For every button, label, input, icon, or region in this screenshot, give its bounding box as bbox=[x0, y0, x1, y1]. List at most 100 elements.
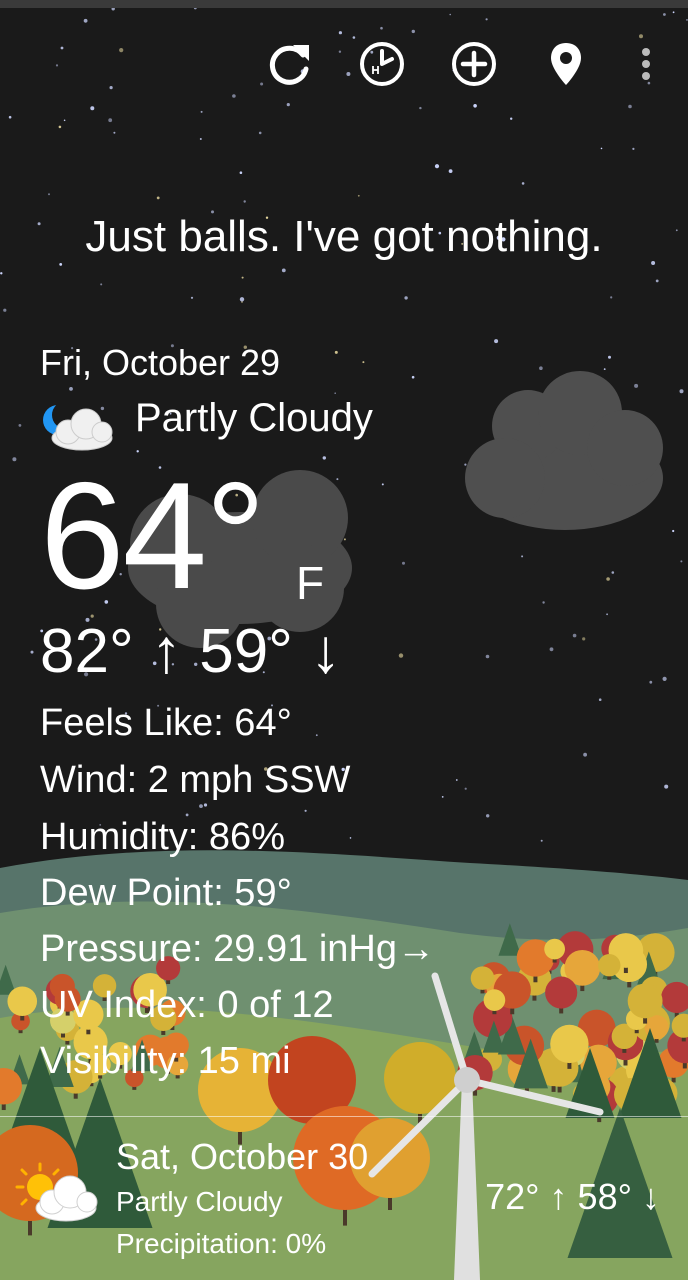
star bbox=[83, 18, 88, 23]
star bbox=[90, 106, 95, 111]
star bbox=[485, 654, 490, 659]
add-location-button[interactable] bbox=[446, 36, 502, 92]
star bbox=[649, 680, 653, 684]
clock-history-icon bbox=[360, 42, 404, 86]
wind: Wind: 2 mph SSW bbox=[40, 759, 351, 801]
star bbox=[18, 424, 22, 427]
star bbox=[69, 387, 73, 391]
star bbox=[100, 283, 103, 286]
star bbox=[48, 193, 50, 196]
location-button[interactable] bbox=[538, 36, 594, 92]
star bbox=[539, 366, 543, 371]
star bbox=[281, 268, 286, 273]
star bbox=[549, 647, 554, 652]
star bbox=[0, 272, 3, 275]
star bbox=[494, 339, 499, 344]
star bbox=[680, 560, 683, 563]
weather-joke: Just balls. I've got nothing. bbox=[85, 212, 603, 261]
pressure: Pressure: 29.91 inHg→ bbox=[40, 928, 435, 970]
status-bar bbox=[0, 0, 688, 8]
humidity: Humidity: 86% bbox=[40, 816, 285, 858]
star bbox=[59, 263, 63, 266]
star bbox=[258, 131, 262, 135]
current-condition: Partly Cloudy bbox=[135, 396, 373, 440]
star bbox=[380, 26, 383, 30]
star bbox=[362, 361, 365, 364]
star bbox=[58, 125, 62, 129]
more-options-button[interactable] bbox=[618, 36, 674, 92]
refresh-button[interactable] bbox=[262, 36, 318, 92]
star bbox=[485, 18, 488, 21]
today-high-low: 82° ↑ 59° ↓ bbox=[40, 617, 342, 686]
star bbox=[239, 171, 243, 174]
star bbox=[334, 350, 338, 354]
star bbox=[411, 375, 415, 379]
tree bbox=[550, 1024, 589, 1064]
star bbox=[672, 11, 675, 14]
partly-cloudy-night-icon bbox=[43, 401, 113, 451]
refresh-icon bbox=[269, 45, 309, 85]
star bbox=[672, 529, 675, 533]
uv-index: UV Index: 0 of 12 bbox=[40, 984, 334, 1026]
star bbox=[243, 200, 246, 203]
star bbox=[241, 276, 244, 279]
star bbox=[679, 389, 684, 394]
star bbox=[357, 194, 360, 197]
current-temperature: 64° bbox=[40, 451, 266, 621]
history-button[interactable] bbox=[354, 36, 410, 92]
star bbox=[542, 601, 545, 604]
star bbox=[662, 676, 667, 682]
star bbox=[190, 296, 194, 299]
star bbox=[449, 13, 452, 16]
star bbox=[664, 784, 669, 789]
star bbox=[603, 368, 606, 370]
star bbox=[402, 561, 405, 565]
star bbox=[404, 296, 408, 300]
star bbox=[632, 147, 635, 150]
star bbox=[200, 110, 203, 113]
current-date: Fri, October 29 bbox=[40, 342, 281, 383]
star bbox=[521, 555, 524, 558]
visibility: Visibility: 15 mi bbox=[40, 1040, 291, 1082]
dew-point: Dew Point: 59° bbox=[40, 872, 292, 914]
star bbox=[583, 752, 587, 757]
star bbox=[510, 117, 513, 120]
tree bbox=[483, 989, 506, 1011]
star bbox=[540, 839, 543, 842]
forecast-condition: Partly Cloudy bbox=[116, 1186, 283, 1217]
star bbox=[486, 814, 490, 818]
star bbox=[582, 637, 586, 641]
star bbox=[455, 779, 458, 781]
tree bbox=[545, 976, 578, 1009]
star bbox=[336, 478, 339, 481]
partly-sunny-icon bbox=[15, 1162, 98, 1222]
tree bbox=[7, 986, 38, 1017]
star bbox=[8, 115, 12, 119]
tree bbox=[544, 938, 566, 960]
star bbox=[419, 106, 422, 110]
star bbox=[606, 577, 610, 581]
star bbox=[434, 164, 440, 169]
temperature-unit[interactable]: F bbox=[296, 556, 324, 610]
star bbox=[55, 64, 59, 67]
star bbox=[521, 182, 525, 185]
star bbox=[572, 633, 577, 638]
tree bbox=[470, 966, 495, 990]
star bbox=[346, 72, 351, 76]
star bbox=[464, 787, 467, 790]
star bbox=[232, 94, 236, 98]
star bbox=[322, 456, 326, 460]
star bbox=[464, 463, 467, 466]
star bbox=[109, 86, 113, 90]
location-pin-icon bbox=[551, 43, 581, 85]
star bbox=[203, 803, 208, 807]
star bbox=[108, 118, 113, 123]
star bbox=[398, 653, 404, 658]
star bbox=[628, 104, 632, 109]
star bbox=[3, 308, 7, 312]
star bbox=[611, 571, 615, 574]
add-circle-icon bbox=[452, 42, 496, 86]
star bbox=[30, 650, 34, 654]
star bbox=[119, 48, 124, 53]
star bbox=[663, 13, 666, 16]
